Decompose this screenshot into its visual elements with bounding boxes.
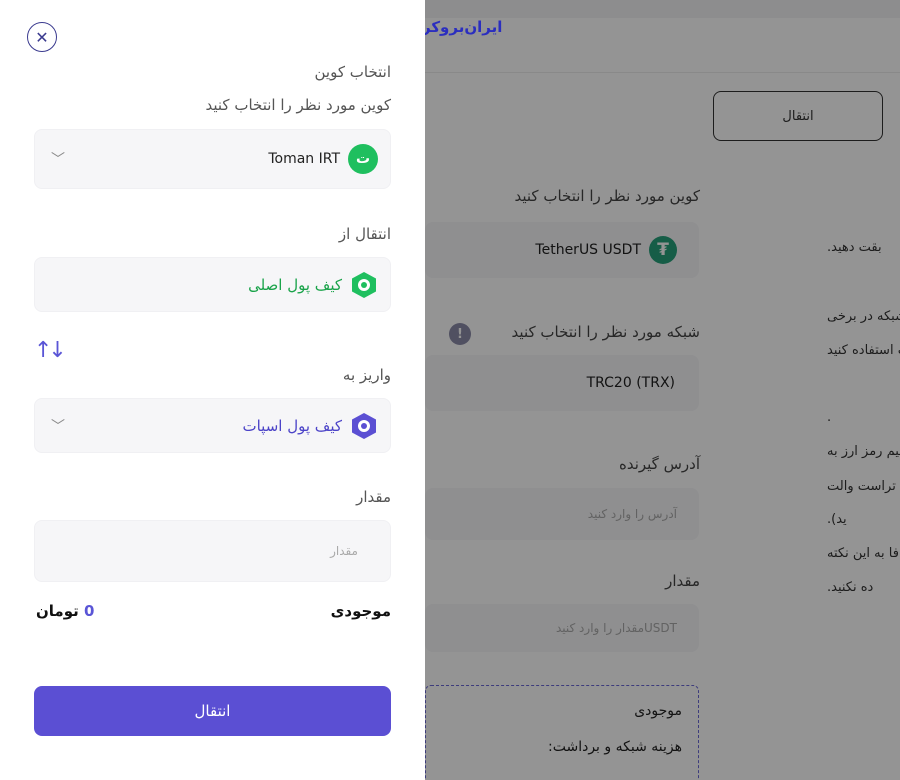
panel-title: انتخاب کوین xyxy=(314,63,392,81)
close-button[interactable]: ✕ xyxy=(27,22,57,52)
transfer-panel: ✕ انتخاب کوین کوین مورد نظر را انتخاب کن… xyxy=(0,0,425,780)
coin-select[interactable]: ت Toman IRT ﹀ xyxy=(34,129,391,189)
balance-unit: تومان xyxy=(36,602,79,620)
balance-label: موجودی xyxy=(330,602,391,620)
spot-wallet-icon xyxy=(350,412,378,440)
amount-label: مقدار xyxy=(356,488,391,506)
transfer-from-field[interactable]: کیف پول اصلی xyxy=(34,257,391,312)
deposit-to-content: کیف پول اسپات xyxy=(242,399,378,452)
amount-placeholder: مقدار xyxy=(330,544,358,558)
balance-number: 0 xyxy=(84,602,95,620)
deposit-to-select[interactable]: کیف پول اسپات ﹀ xyxy=(34,398,391,453)
modal-overlay[interactable] xyxy=(425,0,900,780)
balance-value: 0 تومان xyxy=(36,602,94,620)
coin-select-content: ت Toman IRT xyxy=(268,130,378,188)
transfer-from-label: انتقال از xyxy=(338,225,391,243)
close-icon: ✕ xyxy=(35,27,49,47)
transfer-from-value: کیف پول اصلی xyxy=(248,275,342,294)
chevron-down-icon: ﹀ xyxy=(51,418,65,435)
transfer-from-content: کیف پول اصلی xyxy=(248,258,378,311)
toman-icon: ت xyxy=(348,144,378,174)
brand-name: ایران‌بروکر xyxy=(422,18,503,36)
coin-select-value: Toman IRT xyxy=(268,151,340,167)
amount-input[interactable]: مقدار xyxy=(34,520,391,582)
deposit-to-label: واریز به xyxy=(342,366,391,384)
coin-select-label: کوین مورد نظر را انتخاب کنید xyxy=(205,96,391,114)
deposit-to-value: کیف پول اسپات xyxy=(242,416,342,435)
transfer-submit-button[interactable]: انتقال xyxy=(34,686,391,736)
chevron-down-icon: ﹀ xyxy=(51,152,65,168)
swap-arrows-icon[interactable]: ↑↓ xyxy=(34,338,67,363)
background-page: انتقال کوین مورد نظر را انتخاب کنید Teth… xyxy=(425,0,900,780)
main-wallet-icon xyxy=(350,271,378,299)
